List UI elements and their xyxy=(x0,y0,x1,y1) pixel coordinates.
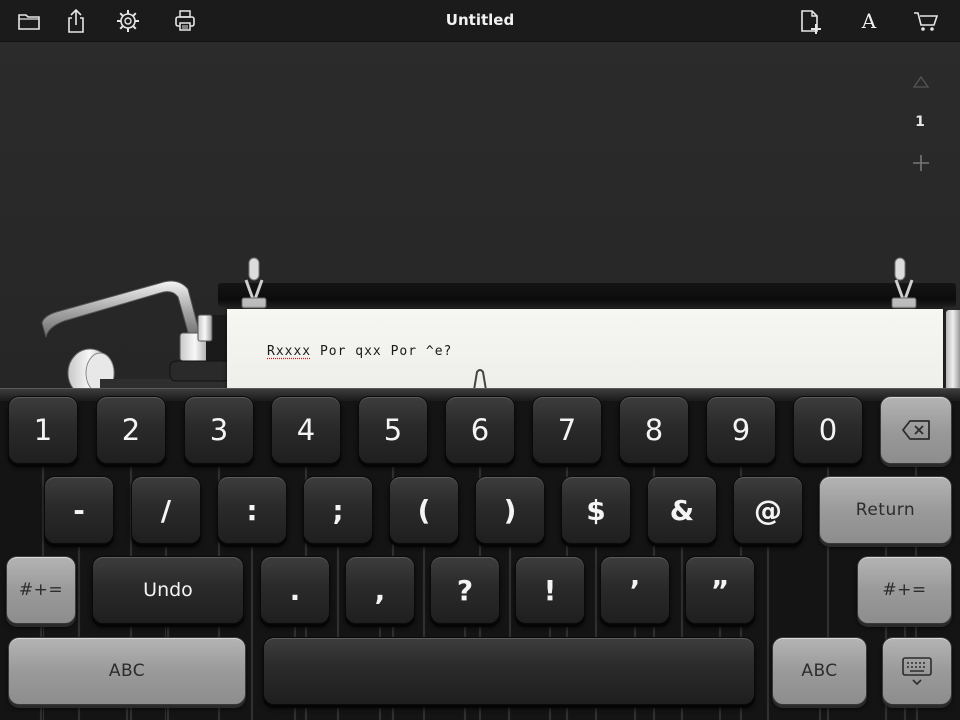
key-apostrophe[interactable]: ’ xyxy=(600,556,670,624)
key-label: 6 xyxy=(470,413,490,447)
abc-key-left[interactable]: ABC xyxy=(8,637,246,705)
backspace-icon xyxy=(901,419,931,441)
symbols-toggle-left[interactable]: #+= xyxy=(6,556,76,624)
key-open-paren[interactable]: ( xyxy=(389,476,459,544)
key-label: Return xyxy=(855,500,916,520)
key-9[interactable]: 9 xyxy=(706,396,776,464)
key-at[interactable]: @ xyxy=(733,476,803,544)
key-1[interactable]: 1 xyxy=(8,396,78,464)
add-page-icon[interactable] xyxy=(910,152,932,174)
key-question[interactable]: ? xyxy=(430,556,500,624)
key-stem xyxy=(766,544,770,720)
key-ampersand[interactable]: & xyxy=(647,476,717,544)
key-hyphen[interactable]: - xyxy=(44,476,114,544)
key-label: ; xyxy=(332,493,344,527)
key-stem xyxy=(507,705,511,720)
space-bar[interactable] xyxy=(263,637,755,705)
key-label: $ xyxy=(586,493,606,527)
key-stem xyxy=(915,705,919,720)
key-label: ? xyxy=(456,573,474,607)
key-stem xyxy=(817,705,822,720)
paper-clip-right xyxy=(890,256,922,310)
keyboard-dismiss-key[interactable] xyxy=(882,637,952,705)
key-slash[interactable]: / xyxy=(131,476,201,544)
carriage-return-lever[interactable] xyxy=(40,275,240,398)
key-label: ( xyxy=(417,493,431,527)
paper-clip-left xyxy=(238,256,270,310)
key-comma[interactable]: , xyxy=(345,556,415,624)
typed-text: Rxxxx Por qxx Por ^e? xyxy=(267,344,452,359)
key-close-paren[interactable]: ) xyxy=(475,476,545,544)
key-label: 5 xyxy=(383,413,403,447)
symbols-toggle-right[interactable]: #+= xyxy=(857,556,952,624)
key-label: ABC xyxy=(108,661,146,681)
key-label: #+= xyxy=(18,580,64,600)
key-2[interactable]: 2 xyxy=(96,396,166,464)
key-label: 8 xyxy=(644,413,664,447)
key-stem xyxy=(250,544,254,720)
key-label: 1 xyxy=(33,413,53,447)
key-label: 4 xyxy=(296,413,316,447)
key-semicolon[interactable]: ; xyxy=(303,476,373,544)
new-page-icon[interactable] xyxy=(796,7,824,35)
key-exclamation[interactable]: ! xyxy=(515,556,585,624)
key-7[interactable]: 7 xyxy=(532,396,602,464)
key-label: Undo xyxy=(143,579,193,601)
key-label: / xyxy=(160,493,172,527)
typed-paper[interactable]: Rxxxx Por qxx Por ^e? xyxy=(227,309,943,390)
share-icon[interactable] xyxy=(62,7,90,35)
key-3[interactable]: 3 xyxy=(184,396,254,464)
return-key[interactable]: Return xyxy=(819,476,952,544)
key-label: , xyxy=(374,573,386,607)
key-label: ’ xyxy=(629,573,641,607)
platen-knob-right[interactable] xyxy=(946,310,960,390)
key-label: 9 xyxy=(731,413,751,447)
key-label: - xyxy=(73,493,85,527)
key-label: ) xyxy=(503,493,517,527)
font-icon[interactable]: A xyxy=(856,8,882,34)
page-number[interactable]: 1 xyxy=(906,114,934,130)
gear-icon[interactable] xyxy=(114,7,142,35)
key-label: ! xyxy=(543,573,557,607)
typed-text-rest: Por qxx Por ^e? xyxy=(311,344,453,359)
document-title: Untitled xyxy=(445,11,515,29)
key-label: ” xyxy=(710,573,730,607)
key-label: : xyxy=(246,493,258,527)
key-label: . xyxy=(289,573,301,607)
key-label: @ xyxy=(754,493,782,527)
printer-icon[interactable] xyxy=(171,7,199,35)
cart-icon[interactable] xyxy=(912,7,940,35)
key-5[interactable]: 5 xyxy=(358,396,428,464)
key-label: & xyxy=(669,493,695,527)
type-guide-marker xyxy=(470,368,490,391)
key-label: 0 xyxy=(818,413,838,447)
key-dollar[interactable]: $ xyxy=(561,476,631,544)
key-8[interactable]: 8 xyxy=(619,396,689,464)
misspelled-word[interactable]: Rxxxx xyxy=(267,344,311,359)
paper-carriage xyxy=(218,283,956,307)
keyboard-dismiss-icon xyxy=(900,654,934,688)
key-label: #+= xyxy=(882,580,927,600)
page-up-icon[interactable] xyxy=(912,74,930,88)
top-toolbar: Untitled A xyxy=(0,0,960,42)
key-label: 3 xyxy=(209,413,229,447)
key-label: 2 xyxy=(121,413,141,447)
key-6[interactable]: 6 xyxy=(445,396,515,464)
key-stem xyxy=(125,705,129,720)
folder-icon[interactable] xyxy=(15,7,43,35)
key-0[interactable]: 0 xyxy=(793,396,863,464)
key-colon[interactable]: : xyxy=(217,476,287,544)
key-period[interactable]: . xyxy=(260,556,330,624)
key-4[interactable]: 4 xyxy=(271,396,341,464)
typewriter-keyboard: 1 2 3 4 5 6 7 8 9 0 - / : ; ( ) $ & @ Re… xyxy=(0,388,960,720)
backspace-key[interactable] xyxy=(880,396,952,464)
key-double-quote[interactable]: ” xyxy=(685,556,755,624)
abc-key-right[interactable]: ABC xyxy=(772,637,867,705)
key-label: 7 xyxy=(557,413,577,447)
key-label: ABC xyxy=(801,661,838,681)
undo-key[interactable]: Undo xyxy=(92,556,244,624)
